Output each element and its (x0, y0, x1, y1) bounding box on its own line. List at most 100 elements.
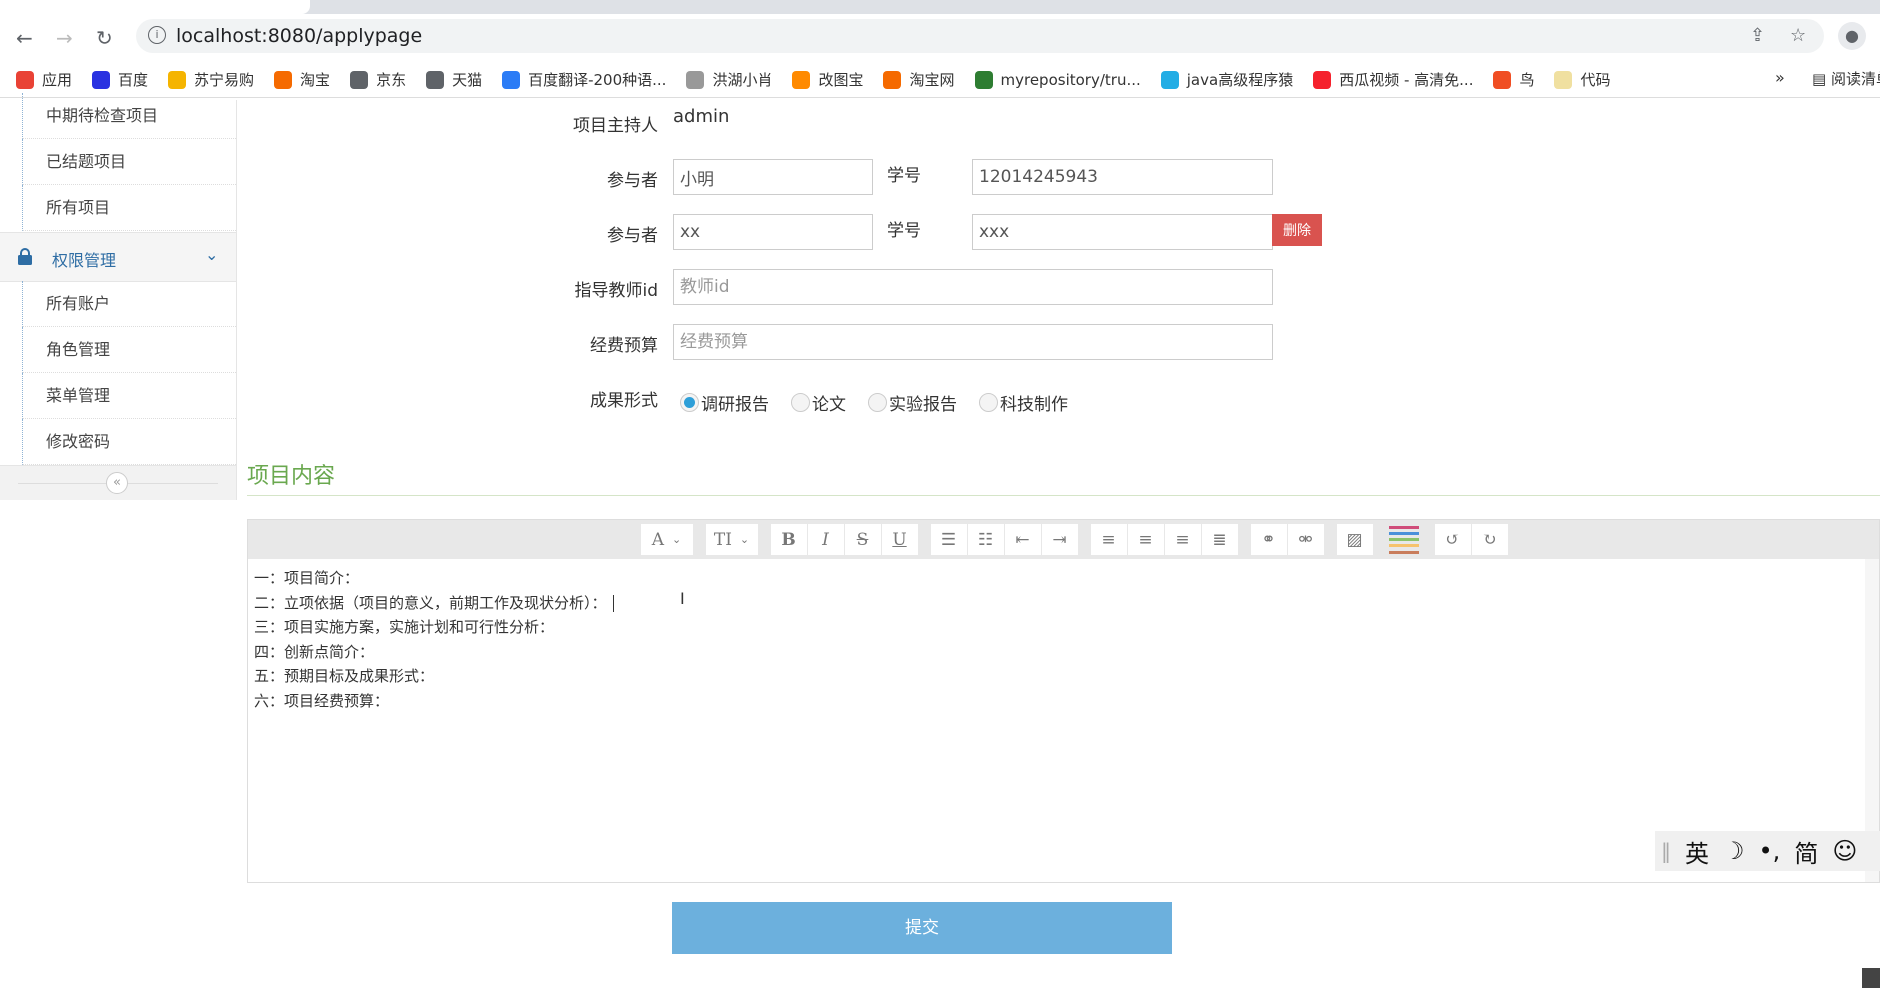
bookmark-item[interactable]: 代码 (1554, 69, 1611, 90)
address-bar[interactable]: i localhost:8080/applypage ⇪ ☆ (136, 19, 1824, 53)
active-tab[interactable] (0, 0, 310, 14)
editor-toolbar: A ⌄ TI ⌄ B I S U ☰ ☷ ⇤ ⇥ ≡ ≡ ≡ ≣ ⚭ ⚮ ▨ ↺ ↻ (248, 520, 1879, 559)
bookmark-favicon-icon (1493, 70, 1512, 89)
bookmark-favicon-icon (1554, 70, 1573, 89)
align-left-icon[interactable]: ≡ (1090, 524, 1127, 555)
bullet-list-icon[interactable]: ☰ (930, 524, 967, 555)
align-center-icon[interactable]: ≡ (1127, 524, 1164, 555)
align-justify-icon[interactable]: ≣ (1201, 524, 1238, 555)
budget-input[interactable] (673, 324, 1273, 360)
bookmark-item[interactable]: 京东 (350, 69, 406, 90)
bookmark-label: 百度 (118, 71, 149, 89)
align-right-icon[interactable]: ≡ (1164, 524, 1201, 555)
radio-label: 科技制作 (1000, 395, 1068, 415)
sidebar-item-accounts[interactable]: 所有账户 (22, 281, 236, 327)
student-id-label: 学号 (887, 166, 921, 186)
sidebar-item-menus[interactable]: 菜单管理 (22, 373, 236, 419)
sidebar-item-roles[interactable]: 角色管理 (22, 327, 236, 373)
underline-button[interactable]: U (881, 524, 918, 555)
ime-drag-handle[interactable]: ‖ (1661, 839, 1671, 863)
bookmark-item[interactable]: 改图宝 (792, 69, 863, 90)
bookmark-item[interactable]: 苏宁易购 (168, 69, 254, 90)
emoji-icon[interactable]: ☺ (1832, 837, 1857, 865)
bookmark-favicon-icon (426, 70, 445, 89)
bookmark-favicon-icon (792, 70, 811, 89)
student-id-input[interactable] (972, 159, 1273, 195)
bookmark-favicon-icon (168, 70, 187, 89)
bookmark-label: myrepository/tru... (1000, 70, 1141, 89)
sidebar-item-midterm[interactable]: 中期待检查项目 (22, 93, 236, 139)
forward-icon[interactable]: → (56, 26, 73, 50)
bookmark-item[interactable]: 天猫 (426, 69, 482, 90)
bookmark-item[interactable]: 洪湖小肖 (686, 69, 772, 90)
radio-label: 论文 (812, 395, 846, 415)
font-size-icon: TI (713, 529, 732, 550)
sidebar-group-permissions[interactable]: 权限管理 ⌄ (0, 232, 236, 282)
outdent-icon[interactable]: ⇤ (1004, 524, 1041, 555)
reload-icon[interactable]: ↻ (96, 26, 113, 50)
rich-text-editor: A ⌄ TI ⌄ B I S U ☰ ☷ ⇤ ⇥ ≡ ≡ ≡ ≣ ⚭ ⚮ ▨ ↺ ↻ (247, 519, 1880, 883)
bookmark-favicon-icon (883, 70, 902, 89)
radio-circle[interactable] (791, 393, 810, 412)
link-icon[interactable]: ⚭ (1250, 524, 1287, 555)
radio-circle[interactable] (680, 393, 699, 412)
moon-icon[interactable]: ☽ (1723, 837, 1745, 865)
bookmark-item[interactable]: java高级程序猿 (1160, 69, 1293, 90)
text-cursor-icon: I (680, 589, 685, 608)
punctuation-icon[interactable]: •, (1759, 837, 1781, 865)
undo-icon[interactable]: ↺ (1434, 524, 1471, 555)
bookmark-item[interactable]: 鸟 (1493, 69, 1534, 90)
info-icon[interactable]: i (148, 26, 166, 44)
sidebar-item-all-projects[interactable]: 所有项目 (22, 185, 236, 231)
star-icon[interactable]: ☆ (1790, 25, 1806, 46)
indent-icon[interactable]: ⇥ (1041, 524, 1078, 555)
bookmark-item[interactable]: 应用 (16, 69, 72, 90)
bookmark-favicon-icon (350, 70, 369, 89)
strikethrough-button[interactable]: S (844, 524, 881, 555)
bookmark-label: 代码 (1580, 71, 1611, 89)
url-text[interactable]: localhost:8080/applypage (176, 25, 422, 47)
profile-icon[interactable]: ● (1838, 22, 1866, 50)
bookmark-item[interactable]: myrepository/tru... (974, 70, 1141, 89)
teacher-id-input[interactable] (673, 269, 1273, 305)
sidebar-item-finished[interactable]: 已结题项目 (22, 139, 236, 185)
collapse-icon[interactable]: « (106, 472, 128, 494)
bookmark-item[interactable]: 西瓜视频 - 高清免... (1313, 69, 1473, 90)
bookmark-label: 改图宝 (818, 71, 864, 89)
ime-script-toggle[interactable]: 简 (1794, 834, 1818, 869)
font-size-dropdown[interactable]: TI ⌄ (705, 524, 758, 555)
radio-paper[interactable]: 论文 (791, 390, 846, 415)
radio-experiment-report[interactable]: 实验报告 (868, 390, 957, 415)
bookmark-item[interactable]: 百度翻译-200种语... (502, 69, 666, 90)
share-icon[interactable]: ⇪ (1750, 25, 1765, 46)
bookmark-item[interactable]: 淘宝网 (883, 69, 955, 90)
numbered-list-icon[interactable]: ☷ (967, 524, 1004, 555)
submit-button[interactable]: 提交 (672, 902, 1172, 954)
bookmark-label: 苏宁易购 (194, 71, 255, 89)
reading-list-button[interactable]: ▤ 阅读清单 (1812, 68, 1880, 89)
corner-widget[interactable] (1862, 968, 1880, 988)
student-id-input[interactable] (972, 214, 1273, 250)
radio-circle[interactable] (979, 393, 998, 412)
radio-tech-product[interactable]: 科技制作 (979, 390, 1068, 415)
bookmark-label: 西瓜视频 - 高清免... (1339, 71, 1474, 89)
bookmarks-more-button[interactable]: » (1775, 68, 1785, 87)
unlink-icon[interactable]: ⚮ (1287, 524, 1324, 555)
bookmark-item[interactable]: 百度 (92, 69, 148, 90)
ime-language-toggle[interactable]: 英 (1685, 834, 1709, 869)
italic-button[interactable]: I (807, 524, 844, 555)
color-picker-icon[interactable] (1386, 524, 1422, 555)
radio-circle[interactable] (868, 393, 887, 412)
lock-icon (18, 248, 32, 265)
sidebar-item-password[interactable]: 修改密码 (22, 419, 236, 465)
bold-button[interactable]: B (770, 524, 807, 555)
radio-research-report[interactable]: 调研报告 (680, 390, 769, 415)
font-name-dropdown[interactable]: A ⌄ (640, 524, 693, 555)
image-icon[interactable]: ▨ (1336, 524, 1373, 555)
delete-participant-button[interactable]: 删除 (1272, 214, 1322, 246)
redo-icon[interactable]: ↻ (1471, 524, 1508, 555)
tab-strip (0, 0, 1880, 14)
bookmark-item[interactable]: 淘宝 (274, 69, 330, 90)
back-icon[interactable]: ← (16, 26, 33, 50)
editor-content[interactable]: 一：项目简介： 二：立项依据（项目的意义，前期工作及现状分析）： 三：项目实施方… (254, 566, 614, 713)
